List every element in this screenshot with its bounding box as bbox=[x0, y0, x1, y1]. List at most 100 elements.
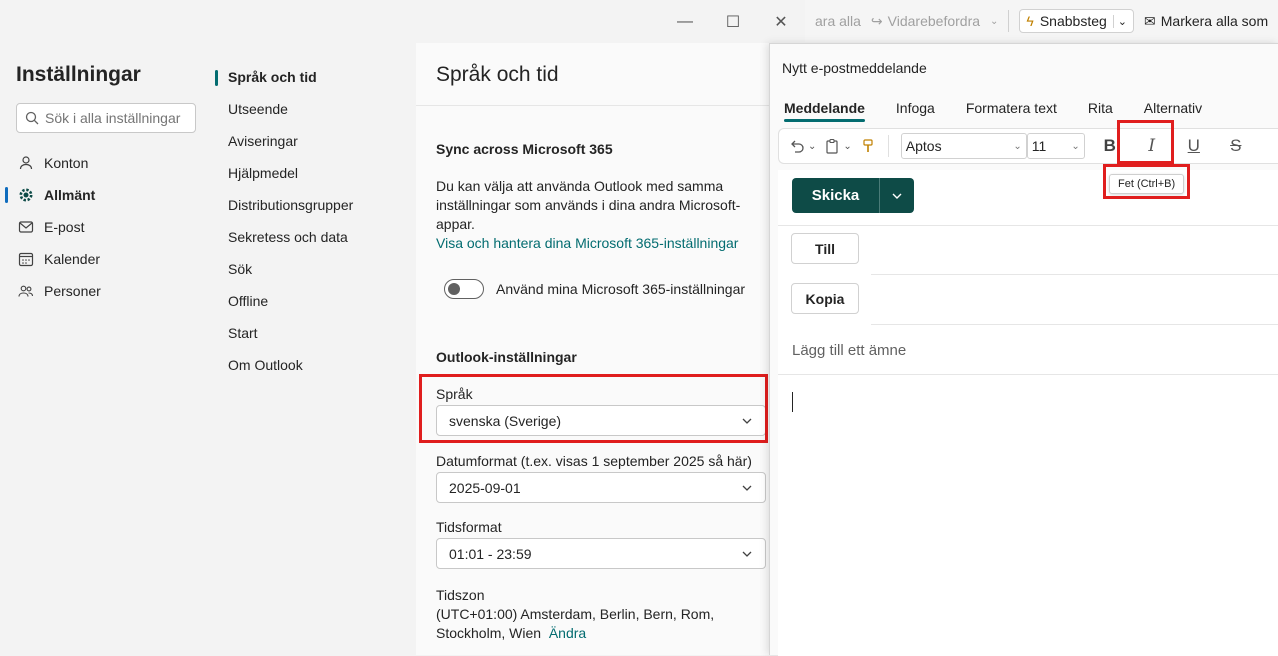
quicksteps-label: Snabbsteg bbox=[1039, 13, 1107, 29]
nav-item-kalender[interactable]: Kalender bbox=[0, 243, 215, 275]
timezone-label: Tidszon bbox=[436, 587, 485, 603]
chevron-down-icon: ⌄ bbox=[1071, 140, 1080, 152]
subject-input[interactable]: Lägg till ett ämne bbox=[792, 342, 906, 359]
tab-meddelande[interactable]: Meddelande bbox=[784, 92, 865, 124]
bold-button[interactable]: B bbox=[1093, 132, 1127, 160]
send-options-button[interactable] bbox=[880, 178, 914, 213]
settings-subnav: Språk och tid Utseende Aviseringar Hjälp… bbox=[215, 43, 416, 655]
font-family-select[interactable]: Aptos ⌄ bbox=[900, 133, 1027, 159]
subnav-sekretess[interactable]: Sekretess och data bbox=[215, 221, 416, 253]
nav-item-epost[interactable]: E-post bbox=[0, 211, 215, 243]
search-input[interactable] bbox=[45, 110, 185, 126]
forward-label: Vidarebefordra bbox=[887, 13, 981, 29]
person-icon bbox=[18, 155, 34, 171]
m365-settings-toggle[interactable] bbox=[444, 279, 484, 299]
paste-button[interactable]: ⌄ bbox=[824, 138, 852, 154]
send-button[interactable]: Skicka bbox=[792, 178, 880, 213]
clipboard-icon bbox=[826, 138, 838, 154]
tab-alternativ[interactable]: Alternativ bbox=[1144, 92, 1202, 124]
compose-body: Skicka Till Kopia Lägg till ett ämne bbox=[778, 170, 1278, 656]
text-caret bbox=[792, 392, 793, 412]
date-format-value: 2025-09-01 bbox=[449, 479, 521, 496]
lightning-icon: ϟ bbox=[1026, 13, 1034, 29]
to-field-underline bbox=[871, 274, 1278, 275]
nav-item-allmant[interactable]: Allmänt bbox=[0, 179, 215, 211]
mail-icon bbox=[18, 219, 34, 235]
date-format-label: Datumformat (t.ex. visas 1 september 202… bbox=[436, 453, 752, 469]
timezone-change-link[interactable]: Ändra bbox=[549, 625, 586, 641]
paste-chevron-icon[interactable]: ⌄ bbox=[843, 141, 851, 152]
time-format-value: 01:01 - 23:59 bbox=[449, 545, 532, 562]
subnav-start[interactable]: Start bbox=[215, 317, 416, 349]
font-size-select[interactable]: 11 ⌄ bbox=[1026, 133, 1085, 159]
font-size-value: 11 bbox=[1031, 138, 1047, 154]
language-value: svenska (Sverige) bbox=[449, 412, 562, 429]
quicksteps-chevron-icon[interactable]: ⌄ bbox=[1112, 14, 1127, 28]
tab-formatera-text[interactable]: Formatera text bbox=[966, 92, 1057, 124]
subnav-offline[interactable]: Offline bbox=[215, 285, 416, 317]
forward-button[interactable]: ↪ Vidarebefordra bbox=[871, 13, 980, 30]
language-label: Språk bbox=[436, 386, 473, 402]
nav-item-label: Personer bbox=[44, 283, 101, 299]
subnav-distributionsgrupper[interactable]: Distributionsgrupper bbox=[215, 189, 416, 221]
chevron-down-icon bbox=[892, 193, 902, 199]
mark-all-read-button[interactable]: ✉ Markera alla som bbox=[1144, 13, 1268, 30]
send-button-group: Skicka bbox=[792, 178, 914, 213]
subnav-om-outlook[interactable]: Om Outlook bbox=[215, 349, 416, 381]
italic-button[interactable]: I bbox=[1135, 132, 1169, 160]
subnav-sok[interactable]: Sök bbox=[215, 253, 416, 285]
forward-icon: ↪ bbox=[870, 12, 883, 29]
subject-underline bbox=[778, 374, 1278, 375]
minimize-icon[interactable]: — bbox=[661, 0, 709, 43]
underline-button[interactable]: U bbox=[1177, 132, 1211, 160]
sync-heading: Sync across Microsoft 365 bbox=[436, 141, 613, 157]
search-icon bbox=[25, 111, 39, 125]
nav-item-label: E-post bbox=[44, 219, 85, 235]
time-format-dropdown[interactable]: 01:01 - 23:59 bbox=[436, 538, 766, 569]
strikethrough-button[interactable]: S bbox=[1219, 132, 1253, 160]
format-painter-icon bbox=[863, 139, 873, 152]
tab-infoga[interactable]: Infoga bbox=[896, 92, 935, 124]
reply-all-button[interactable]: ara alla bbox=[815, 13, 861, 29]
ribbon-tabs: Meddelande Infoga Formatera text Rita Al… bbox=[770, 92, 1278, 124]
timezone-value-line2: Stockholm, Wien Ändra bbox=[436, 625, 586, 641]
divider bbox=[416, 105, 805, 106]
undo-icon bbox=[791, 140, 804, 153]
to-button[interactable]: Till bbox=[791, 233, 859, 264]
subnav-hjalpmedel[interactable]: Hjälpmedel bbox=[215, 157, 416, 189]
settings-search[interactable] bbox=[16, 103, 196, 133]
quicksteps-button[interactable]: ϟ Snabbsteg ⌄ bbox=[1019, 9, 1135, 33]
sync-description: Du kan välja att använda Outlook med sam… bbox=[436, 178, 741, 232]
time-format-label: Tidsformat bbox=[436, 519, 502, 535]
format-painter-button[interactable] bbox=[860, 138, 876, 154]
gear-icon bbox=[18, 187, 34, 203]
compose-title: Nytt e-postmeddelande bbox=[782, 60, 927, 76]
undo-chevron-icon[interactable]: ⌄ bbox=[808, 141, 816, 152]
nav-item-personer[interactable]: Personer bbox=[0, 275, 215, 307]
date-format-dropdown[interactable]: 2025-09-01 bbox=[436, 472, 766, 503]
settings-nav: Inställningar Konton Allmänt E-post Kale… bbox=[0, 43, 215, 655]
toggle-label: Använd mina Microsoft 365-inställningar bbox=[496, 281, 746, 297]
m365-settings-toggle-row: Använd mina Microsoft 365-inställningar bbox=[444, 279, 745, 299]
nav-item-konton[interactable]: Konton bbox=[0, 147, 215, 179]
subnav-sprak-och-tid[interactable]: Språk och tid bbox=[215, 61, 416, 93]
undo-button[interactable]: ⌄ bbox=[789, 138, 816, 154]
chevron-down-icon bbox=[742, 418, 752, 424]
forward-chevron-icon[interactable]: ⌄ bbox=[990, 16, 998, 27]
reply-all-label: ara alla bbox=[815, 13, 861, 29]
settings-title: Inställningar bbox=[16, 63, 141, 86]
chevron-down-icon bbox=[742, 551, 752, 557]
tab-rita[interactable]: Rita bbox=[1088, 92, 1113, 124]
subnav-utseende[interactable]: Utseende bbox=[215, 93, 416, 125]
font-family-value: Aptos bbox=[905, 138, 942, 154]
maximize-icon[interactable]: ☐ bbox=[709, 0, 757, 43]
cc-button[interactable]: Kopia bbox=[791, 283, 859, 314]
divider bbox=[778, 225, 1278, 226]
language-dropdown[interactable]: svenska (Sverige) bbox=[436, 405, 766, 436]
chevron-down-icon bbox=[742, 485, 752, 491]
microsoft365-settings-link[interactable]: Visa och hantera dina Microsoft 365-inst… bbox=[436, 234, 756, 253]
subnav-aviseringar[interactable]: Aviseringar bbox=[215, 125, 416, 157]
close-icon[interactable]: ✕ bbox=[757, 0, 805, 43]
nav-item-label: Kalender bbox=[44, 251, 101, 267]
calendar-icon bbox=[18, 251, 34, 267]
